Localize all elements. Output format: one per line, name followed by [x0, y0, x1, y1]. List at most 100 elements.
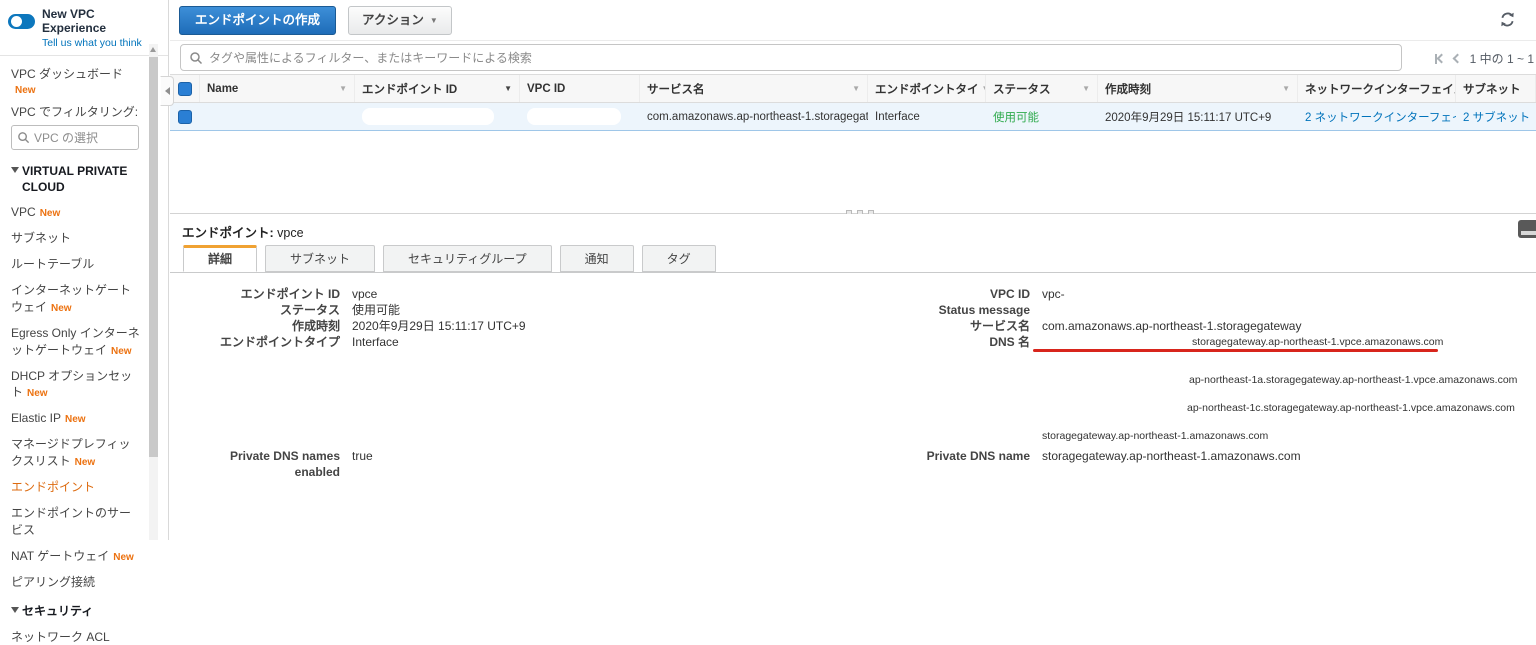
- vpc-select-search[interactable]: [11, 125, 139, 150]
- tab-active[interactable]: 詳細: [183, 245, 258, 272]
- column-header[interactable]: エンドポイントタイ▼: [868, 75, 986, 102]
- column-header-label: ネットワークインターフェイス: [1305, 83, 1456, 96]
- expand-panel-icon[interactable]: [1518, 220, 1536, 238]
- pagination-range: 1 中の 1 ~ 1: [1469, 52, 1534, 66]
- feedback-link[interactable]: Tell us what you think: [42, 37, 160, 49]
- column-header[interactable]: 作成時刻 ▼: [1098, 75, 1298, 102]
- table-cell: [520, 103, 640, 130]
- sidebar-item[interactable]: VPC New: [11, 204, 140, 221]
- details-tabs: 詳細 サブネット セキュリティグループ 通知 タグ: [183, 245, 716, 272]
- service-name-label: サービス名: [969, 319, 1030, 333]
- tab-inactive[interactable]: タグ: [641, 245, 716, 272]
- select-all-checkbox[interactable]: [177, 81, 192, 96]
- column-header[interactable]: ネットワークインターフェイス: [1298, 75, 1456, 102]
- new-badge: New: [27, 388, 48, 400]
- cell-network-interfaces[interactable]: 2 ネットワークインターフェイ...: [1298, 103, 1456, 130]
- sidebar-item[interactable]: インターネットゲートウェイ New: [11, 282, 140, 316]
- new-badge: New: [51, 302, 72, 314]
- new-badge: New: [111, 345, 132, 357]
- table-row[interactable]: com.amazonaws.ap-northeast-1.storagegate…: [170, 103, 1536, 131]
- dns-entry: ap-northeast-1c.storagegateway.ap-northe…: [1187, 402, 1515, 414]
- search-icon: [190, 51, 203, 64]
- new-badge: New: [74, 457, 96, 469]
- refresh-icon: [1501, 12, 1514, 27]
- sidebar-scrollbar-thumb[interactable]: [149, 57, 158, 457]
- refresh-button[interactable]: [1499, 11, 1516, 31]
- search-icon: [18, 132, 30, 144]
- cell-network-interfaces-text[interactable]: 2 ネットワークインターフェイ...: [1305, 109, 1456, 125]
- cell-subnets[interactable]: 2 サブネット: [1456, 103, 1536, 130]
- table-cell: [200, 103, 355, 130]
- sidebar-item[interactable]: エンドポイントのサービス: [11, 505, 140, 539]
- detail-value: 2020年9月29日 15:11:17 UTC+9: [352, 319, 526, 333]
- tab-inactive[interactable]: 通知: [559, 245, 634, 272]
- column-header[interactable]: エンドポイント ID ▼: [355, 75, 520, 102]
- dns-name-label: DNS 名: [989, 335, 1030, 349]
- cell-subnets-text[interactable]: 2 サブネット: [1463, 109, 1530, 125]
- scrollbar-up-arrow[interactable]: [150, 47, 156, 52]
- new-experience-toggle[interactable]: [8, 13, 35, 29]
- sidebar-item[interactable]: Egress Only インターネットゲートウェイ New: [11, 325, 140, 359]
- sidebar-item-label: NAT ゲートウェイ: [11, 548, 110, 563]
- tabs-divider: [170, 272, 1536, 273]
- sidebar-item[interactable]: サブネット: [11, 230, 140, 247]
- sidebar-item[interactable]: ピアリング接続: [11, 574, 140, 591]
- sidebar-item-vpc-dashboard[interactable]: VPC ダッシュボードNew: [11, 65, 140, 96]
- vpc-select-input[interactable]: [34, 130, 124, 145]
- sidebar-item-label: サブネット: [11, 231, 72, 246]
- dns-entry: storagegateway.ap-northeast-1.amazonaws.…: [1042, 430, 1269, 442]
- column-header[interactable]: ステータス ▼: [986, 75, 1098, 102]
- tab-inactive[interactable]: セキュリティグループ: [383, 245, 552, 272]
- new-badge: New: [39, 208, 61, 220]
- select-all-cell: [170, 75, 200, 102]
- details-left-column: エンドポイント ID vpce ステータス 使用可能 作成時刻 2020年9月29日 15…: [190, 286, 526, 480]
- column-header-label: 作成時刻: [1105, 83, 1151, 96]
- create-endpoint-button[interactable]: エンドポイントの作成: [179, 6, 337, 35]
- chevron-down-icon: ▼: [429, 16, 438, 25]
- search-row: 1 中の 1 ~ 1: [170, 41, 1536, 74]
- tab-inactive[interactable]: サブネット: [265, 245, 376, 272]
- sort-caret-icon: ▼: [1082, 84, 1090, 93]
- column-header[interactable]: サブネット: [1456, 75, 1536, 102]
- private-dns-name-label: Private DNS name: [926, 449, 1030, 463]
- table-filter-input[interactable]: [209, 50, 1393, 65]
- detail-value: true: [352, 449, 373, 463]
- detail-label: エンドポイント ID: [240, 287, 340, 301]
- table-filter-search[interactable]: [180, 44, 1402, 71]
- column-header-label: VPC ID: [527, 82, 566, 95]
- sidebar-item-label: エンドポイントのサービス: [11, 505, 132, 537]
- detail-label: ステータス: [279, 303, 340, 317]
- sidebar-item[interactable]: Elastic IP New: [11, 410, 140, 427]
- private-dns-name-value: storagegateway.ap-northeast-1.amazonaws.…: [1042, 449, 1301, 463]
- sort-caret-icon: ▼: [339, 84, 347, 93]
- cell-status-text: 使用可能: [993, 111, 1039, 124]
- column-header[interactable]: Name ▼: [200, 75, 355, 102]
- sidebar-item[interactable]: NAT ゲートウェイ New: [11, 548, 140, 565]
- sidebar-scrollbar-track[interactable]: [149, 44, 158, 540]
- first-page-icon[interactable]: [1434, 53, 1447, 64]
- sidebar-item[interactable]: マネージドプレフィックスリスト New: [11, 436, 140, 470]
- sidebar-item[interactable]: ネットワーク ACL: [11, 629, 140, 645]
- vpc-filter-label: VPC でフィルタリング:: [11, 105, 139, 119]
- red-underline-annotation: [1033, 349, 1438, 352]
- actions-button[interactable]: アクション ▼: [348, 6, 452, 35]
- vpc-id-link[interactable]: vpc-: [1042, 286, 1065, 302]
- sidebar-section-header: セキュリティ: [11, 603, 140, 619]
- sidebar-item[interactable]: ルートテーブル: [11, 256, 140, 273]
- sort-caret-icon: ▼: [1282, 84, 1290, 93]
- detail-row: エンドポイント ID vpce: [190, 286, 526, 302]
- sidebar-item[interactable]: エンドポイント: [11, 479, 140, 496]
- column-header-label: サブネット: [1463, 83, 1521, 96]
- detail-row: Private DNS names enabled true: [190, 448, 526, 480]
- sidebar-item[interactable]: DHCP オプションセット New: [11, 368, 140, 402]
- redacted-endpoint-id: [362, 108, 494, 125]
- table-cell: [170, 103, 200, 130]
- sidebar-collapse-button[interactable]: [160, 76, 174, 106]
- column-header[interactable]: VPC ID: [520, 75, 640, 102]
- column-header-label: エンドポイント ID: [362, 83, 458, 96]
- column-header[interactable]: サービス名 ▼: [640, 75, 868, 102]
- previous-page-icon[interactable]: [1452, 53, 1463, 64]
- row-checkbox[interactable]: [178, 109, 192, 124]
- sidebar-item-label: マネージドプレフィックスリスト: [11, 437, 131, 469]
- sidebar-item-label: ネットワーク ACL: [11, 629, 110, 644]
